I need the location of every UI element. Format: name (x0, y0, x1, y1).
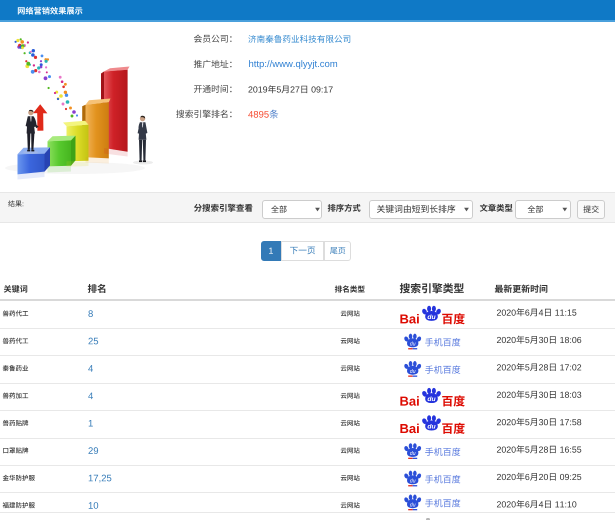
svg-text:du: du (410, 341, 416, 347)
svg-text:du: du (427, 424, 436, 431)
svg-text:du: du (410, 478, 416, 484)
svg-text:du: du (410, 502, 416, 508)
svg-text:du: du (410, 451, 416, 457)
svg-text:du: du (410, 369, 416, 375)
svg-text:du: du (427, 396, 436, 403)
svg-text:du: du (427, 314, 436, 321)
